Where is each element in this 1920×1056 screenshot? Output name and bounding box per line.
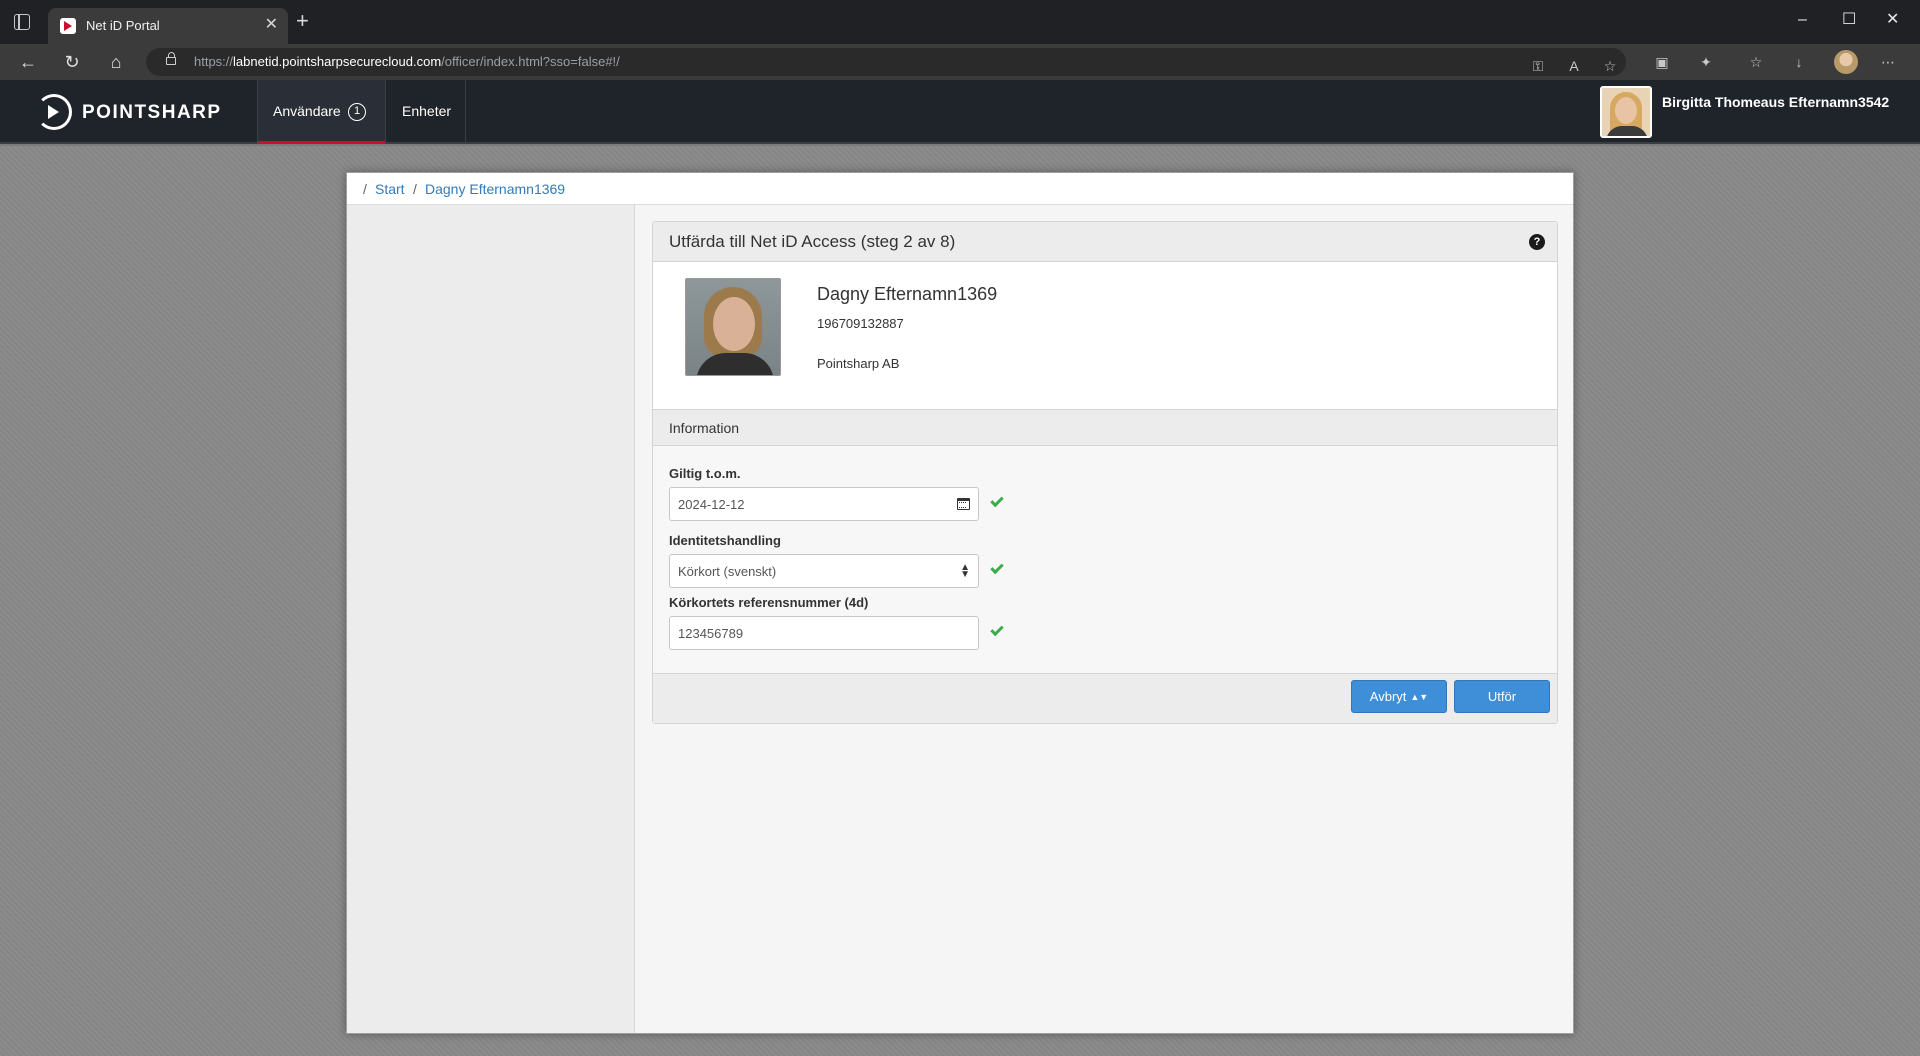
photo-face [713,297,755,351]
minimize-icon[interactable]: – [1798,10,1807,30]
officer-avatar[interactable] [1600,86,1652,138]
reload-icon[interactable]: ↻ [60,50,84,74]
nav-tab-devices[interactable]: Enheter [385,80,466,144]
execute-button[interactable]: Utför [1454,680,1550,713]
valid-check-icon [990,622,1004,637]
favorites-icon[interactable]: ☆ [1748,54,1764,70]
cancel-button[interactable]: Avbryt ▲▼ [1351,680,1447,713]
breadcrumb: / Start / Dagny Efternamn1369 [347,173,1573,205]
breadcrumb-separator: / [413,181,417,197]
left-column [347,205,635,1033]
extension-netid-icon[interactable]: ▣ [1654,54,1670,70]
extensions-icon[interactable]: ✦ [1698,54,1714,70]
read-aloud-icon[interactable]: A [1566,58,1582,74]
nav-tab-users-label: Användare [273,103,341,119]
id-document-select[interactable]: Körkort (svenskt) ▲ ▼ [669,554,979,588]
logo-text: POINTSHARP [82,102,222,123]
back-icon[interactable]: ← [16,50,40,74]
card-footer: Avbryt ▲▼ Utför [653,673,1557,723]
help-icon[interactable]: ? [1529,234,1545,250]
license-ref-value: 123456789 [678,626,744,641]
url-scheme: https:// [194,54,234,69]
execute-button-label: Utför [1487,689,1517,704]
calendar-icon[interactable] [957,498,970,510]
maximize-icon[interactable]: ☐ [1842,10,1856,30]
nav-tab-users[interactable]: Användare 1 [257,80,385,144]
more-options-icon[interactable]: ⋯ [1880,54,1896,70]
main-panel: / Start / Dagny Efternamn1369 Utfärda ti… [346,172,1574,1034]
app-header: POINTSHARP Användare 1 Enheter Birgitta … [0,80,1920,144]
information-form: Giltig t.o.m. 2024-12-12 Identitetshandl… [653,446,1557,673]
tab-close-icon[interactable]: ✕ [265,16,278,34]
avatar-face [1615,97,1637,124]
subject-organization: Pointsharp AB [817,356,900,371]
cancel-button-label: Avbryt [1369,689,1407,704]
officer-name[interactable]: Birgitta Thomeaus Efternamn3542 [1662,94,1889,110]
id-document-label: Identitetshandling [669,533,781,548]
users-count-badge: 1 [348,103,366,121]
tab-title: Net iD Portal [86,18,160,33]
favorite-add-icon[interactable]: ☆ [1602,58,1618,74]
information-section-header: Information [653,409,1557,446]
card-header: Utfärda till Net iD Access (steg 2 av 8)… [653,222,1557,262]
valid-check-icon [990,560,1004,575]
license-ref-input[interactable]: 123456789 [669,616,979,650]
netid-favicon-icon [60,18,76,34]
browser-toolbar: ← ↻ ⌂ https://labnetid.pointsharpsecurec… [0,44,1920,80]
valid-to-value: 2024-12-12 [678,497,745,512]
browser-tab-bar: Net iD Portal ✕ + – ☐ ✕ [0,0,1920,44]
key-icon[interactable]: ⚿ [1530,58,1546,74]
select-updown-icon: ▲ ▼ [960,562,970,580]
valid-to-label: Giltig t.o.m. [669,466,741,481]
new-tab-icon[interactable]: + [296,10,309,32]
issue-card: Utfärda till Net iD Access (steg 2 av 8)… [652,221,1558,724]
lock-icon [166,52,176,65]
subject-personal-number: 196709132887 [817,316,904,331]
url-text[interactable]: https://labnetid.pointsharpsecurecloud.c… [194,54,620,69]
address-bar[interactable]: https://labnetid.pointsharpsecurecloud.c… [146,48,1626,76]
browser-tab[interactable]: Net iD Portal ✕ [48,8,288,44]
tab-actions-icon[interactable] [14,14,30,30]
breadcrumb-start[interactable]: Start [375,181,405,197]
url-path: /officer/index.html?sso=false#!/ [441,54,620,69]
breadcrumb-user[interactable]: Dagny Efternamn1369 [425,181,565,197]
close-window-icon[interactable]: ✕ [1886,10,1899,30]
valid-check-icon [990,493,1004,508]
pointsharp-logo-icon [36,94,72,130]
url-host: labnetid.pointsharpsecurecloud.com [233,54,442,69]
section-title: Information [669,420,740,436]
nav-tab-devices-label: Enheter [402,103,452,119]
card-title: Utfärda till Net iD Access (steg 2 av 8) [669,232,956,251]
photo-body [696,353,774,375]
home-icon[interactable]: ⌂ [104,50,128,74]
dropdown-updown-icon: ▲▼ [1410,692,1429,702]
breadcrumb-separator: / [363,181,367,197]
subject-name: Dagny Efternamn1369 [817,284,998,304]
subject-photo [685,278,781,376]
id-document-value: Körkort (svenskt) [678,564,777,579]
license-ref-label: Körkortets referensnummer (4d) [669,595,869,610]
downloads-icon[interactable]: ↓ [1791,54,1807,70]
browser-profile-avatar[interactable] [1834,50,1858,74]
valid-to-date-input[interactable]: 2024-12-12 [669,487,979,521]
